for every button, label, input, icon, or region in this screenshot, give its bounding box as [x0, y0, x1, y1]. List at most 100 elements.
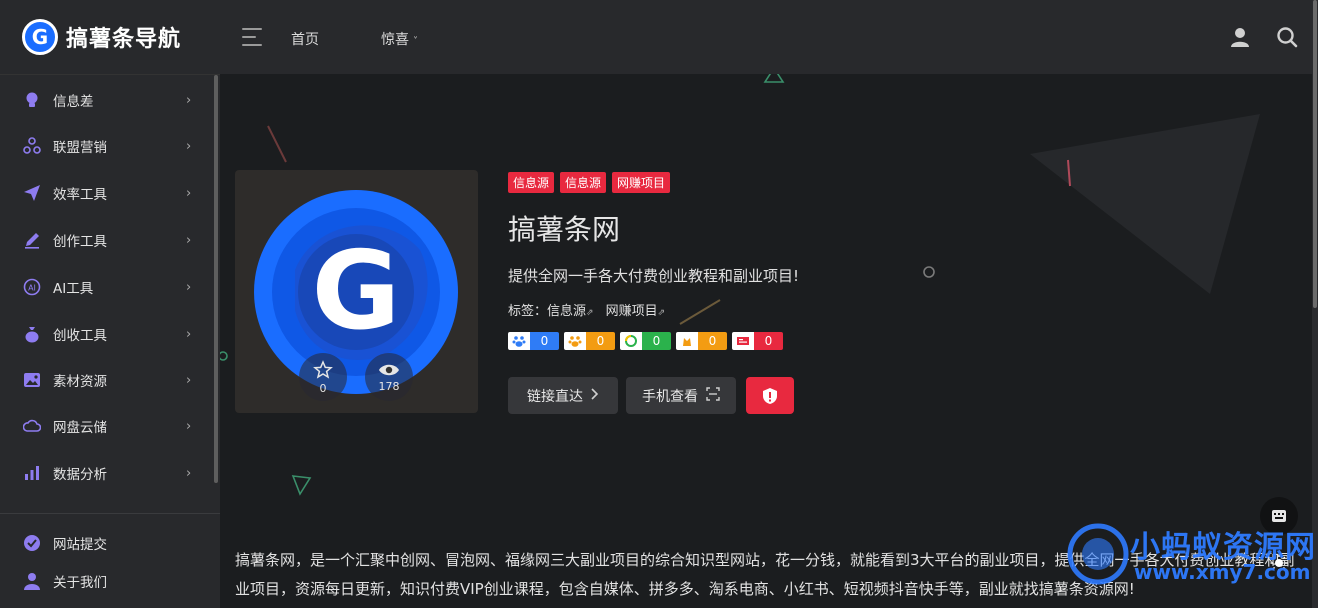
page-scrollbar-thumb[interactable]	[1313, 0, 1317, 308]
category-tag[interactable]: 信息源	[508, 172, 555, 193]
pencil-icon	[22, 230, 42, 250]
person-icon	[22, 571, 42, 591]
float-toolbar-button[interactable]	[1260, 497, 1298, 535]
chevron-down-icon: ˅	[413, 36, 418, 47]
chevron-right-icon: ›	[186, 279, 192, 295]
sidebar-toggle-icon[interactable]	[242, 28, 264, 46]
seo-baidu[interactable]: 0	[508, 332, 559, 350]
sidebar-item-label: AI工具	[53, 281, 94, 297]
sidebar-item-ai[interactable]: AI AI工具 ›	[0, 265, 212, 309]
qr-scan-icon	[706, 386, 720, 405]
toutiao-icon	[732, 332, 754, 350]
sidebar-item-creation[interactable]: 创作工具 ›	[0, 218, 212, 262]
360-ring-icon	[620, 332, 642, 350]
chevron-right-icon: ›	[186, 372, 192, 388]
site-title: 搞薯条网	[508, 213, 621, 246]
sidebar-item-about[interactable]: 关于我们	[0, 559, 212, 603]
sidebar-item-affiliate[interactable]: 联盟营销 ›	[0, 124, 212, 168]
chevron-right-icon: ›	[186, 232, 192, 248]
seo-sogou[interactable]: 0	[564, 332, 615, 350]
site-labels: 标签： 信息源⇗ 网赚项目⇗	[508, 300, 665, 319]
sidebar-item-efficiency[interactable]: 效率工具 ›	[0, 171, 212, 215]
top-header: G 搞薯条导航	[0, 0, 1312, 74]
views-indicator: 178	[365, 353, 413, 401]
sidebar-item-label: 联盟营销	[53, 140, 107, 156]
sogou-paw-icon	[564, 332, 586, 350]
category-tag[interactable]: 信息源	[560, 172, 607, 193]
view-count: 178	[378, 379, 400, 393]
report-button[interactable]	[746, 377, 794, 414]
chevron-right-icon: ›	[186, 138, 192, 154]
sidebar-item-materials[interactable]: 素材资源 ›	[0, 358, 212, 402]
sidebar-divider	[0, 513, 220, 514]
seo-shenma[interactable]: 0	[676, 332, 727, 350]
label-link[interactable]: 网赚项目⇗	[606, 300, 666, 319]
shield-alert-icon	[763, 387, 777, 404]
lightbulb-icon	[22, 90, 42, 110]
category-tag[interactable]: 网赚项目	[612, 172, 671, 193]
search-icon[interactable]	[1276, 26, 1298, 48]
seo-value: 0	[530, 332, 559, 350]
label-link[interactable]: 信息源⇗	[547, 300, 594, 319]
sidebar-item-info-gap[interactable]: 信息差 ›	[0, 78, 212, 122]
sidebar-item-analytics[interactable]: 数据分析 ›	[0, 451, 212, 495]
site-thumbnail[interactable]: G 0 178	[235, 170, 478, 413]
main-content: G 0 178 信息源 信息源 网赚项目 搞薯条网 提供全网一手各大付费创业教程…	[220, 74, 1312, 608]
sidebar-scrollbar[interactable]	[214, 75, 218, 483]
chevron-right-icon: ›	[186, 185, 192, 201]
sidebar-item-cloud[interactable]: 网盘云储 ›	[0, 404, 212, 448]
seo-toutiao[interactable]: 0	[732, 332, 783, 350]
sidebar-item-label: 创作工具	[53, 234, 107, 250]
label-text: 信息源	[547, 304, 587, 319]
sidebar-item-label: 数据分析	[53, 467, 107, 483]
sidebar-item-label: 创收工具	[53, 328, 107, 344]
bar-chart-icon	[22, 463, 42, 483]
sidebar-item-revenue[interactable]: 创收工具 ›	[0, 312, 212, 356]
theme-toggle-sun-icon[interactable]	[1270, 554, 1288, 572]
page-scrollbar[interactable]	[1312, 0, 1318, 608]
paper-plane-icon	[22, 183, 42, 203]
svg-text:AI: AI	[28, 284, 36, 293]
eye-icon	[379, 364, 399, 375]
logo-badge: G	[22, 19, 58, 55]
chevron-right-icon: ›	[186, 326, 192, 342]
mobile-view-button[interactable]: 手机查看	[626, 377, 736, 414]
keyboard-icon	[1272, 510, 1286, 522]
seo-360[interactable]: 0	[620, 332, 671, 350]
sidebar-item-label: 素材资源	[53, 374, 107, 390]
sidebar: 信息差 › 联盟营销 › 效率工具 › 创作工具 › AI AI工具 › 创收工…	[0, 74, 220, 608]
shenma-icon	[676, 332, 698, 350]
sidebar-item-label: 网站提交	[53, 537, 107, 553]
seo-value: 0	[698, 332, 727, 350]
sidebar-item-label: 信息差	[53, 94, 94, 110]
nav-surprise-dropdown[interactable]: 惊喜 ˅	[381, 29, 418, 49]
nav-home-link[interactable]: 首页	[291, 29, 319, 49]
chevron-right-icon	[591, 387, 599, 404]
mobile-view-label: 手机查看	[642, 388, 698, 405]
site-logo-image: G	[254, 190, 458, 394]
site-name: 搞薯条导航	[66, 27, 182, 52]
user-icon[interactable]	[1229, 26, 1251, 48]
network-icon	[22, 136, 42, 156]
site-logo[interactable]: G 搞薯条导航	[22, 19, 232, 55]
visit-link-button[interactable]: 链接直达	[508, 377, 618, 414]
sidebar-item-label: 关于我们	[53, 575, 107, 591]
category-tags: 信息源 信息源 网赚项目	[508, 172, 671, 193]
external-link-icon: ⇗	[586, 308, 594, 318]
favorite-button[interactable]: 0	[299, 353, 347, 401]
seo-indexes: 0 0 0 0 0	[508, 332, 783, 350]
image-icon	[22, 370, 42, 390]
sidebar-item-label: 网盘云储	[53, 420, 107, 436]
money-bag-icon	[22, 324, 42, 344]
visit-link-label: 链接直达	[527, 388, 583, 405]
baidu-paw-icon	[508, 332, 530, 350]
nav-surprise-label: 惊喜	[381, 32, 409, 48]
external-link-icon: ⇗	[657, 308, 666, 318]
site-introduction: 搞薯条网，是一个汇聚中创网、冒泡网、福缘网三大副业项目的综合知识型网站，花一分钱…	[235, 551, 1295, 598]
label-text: 网赚项目	[605, 304, 658, 319]
ai-icon: AI	[22, 277, 42, 297]
seo-value: 0	[586, 332, 615, 350]
svg-text:G: G	[312, 229, 401, 354]
labels-prefix: 标签：	[508, 304, 548, 319]
chevron-right-icon: ›	[186, 418, 192, 434]
